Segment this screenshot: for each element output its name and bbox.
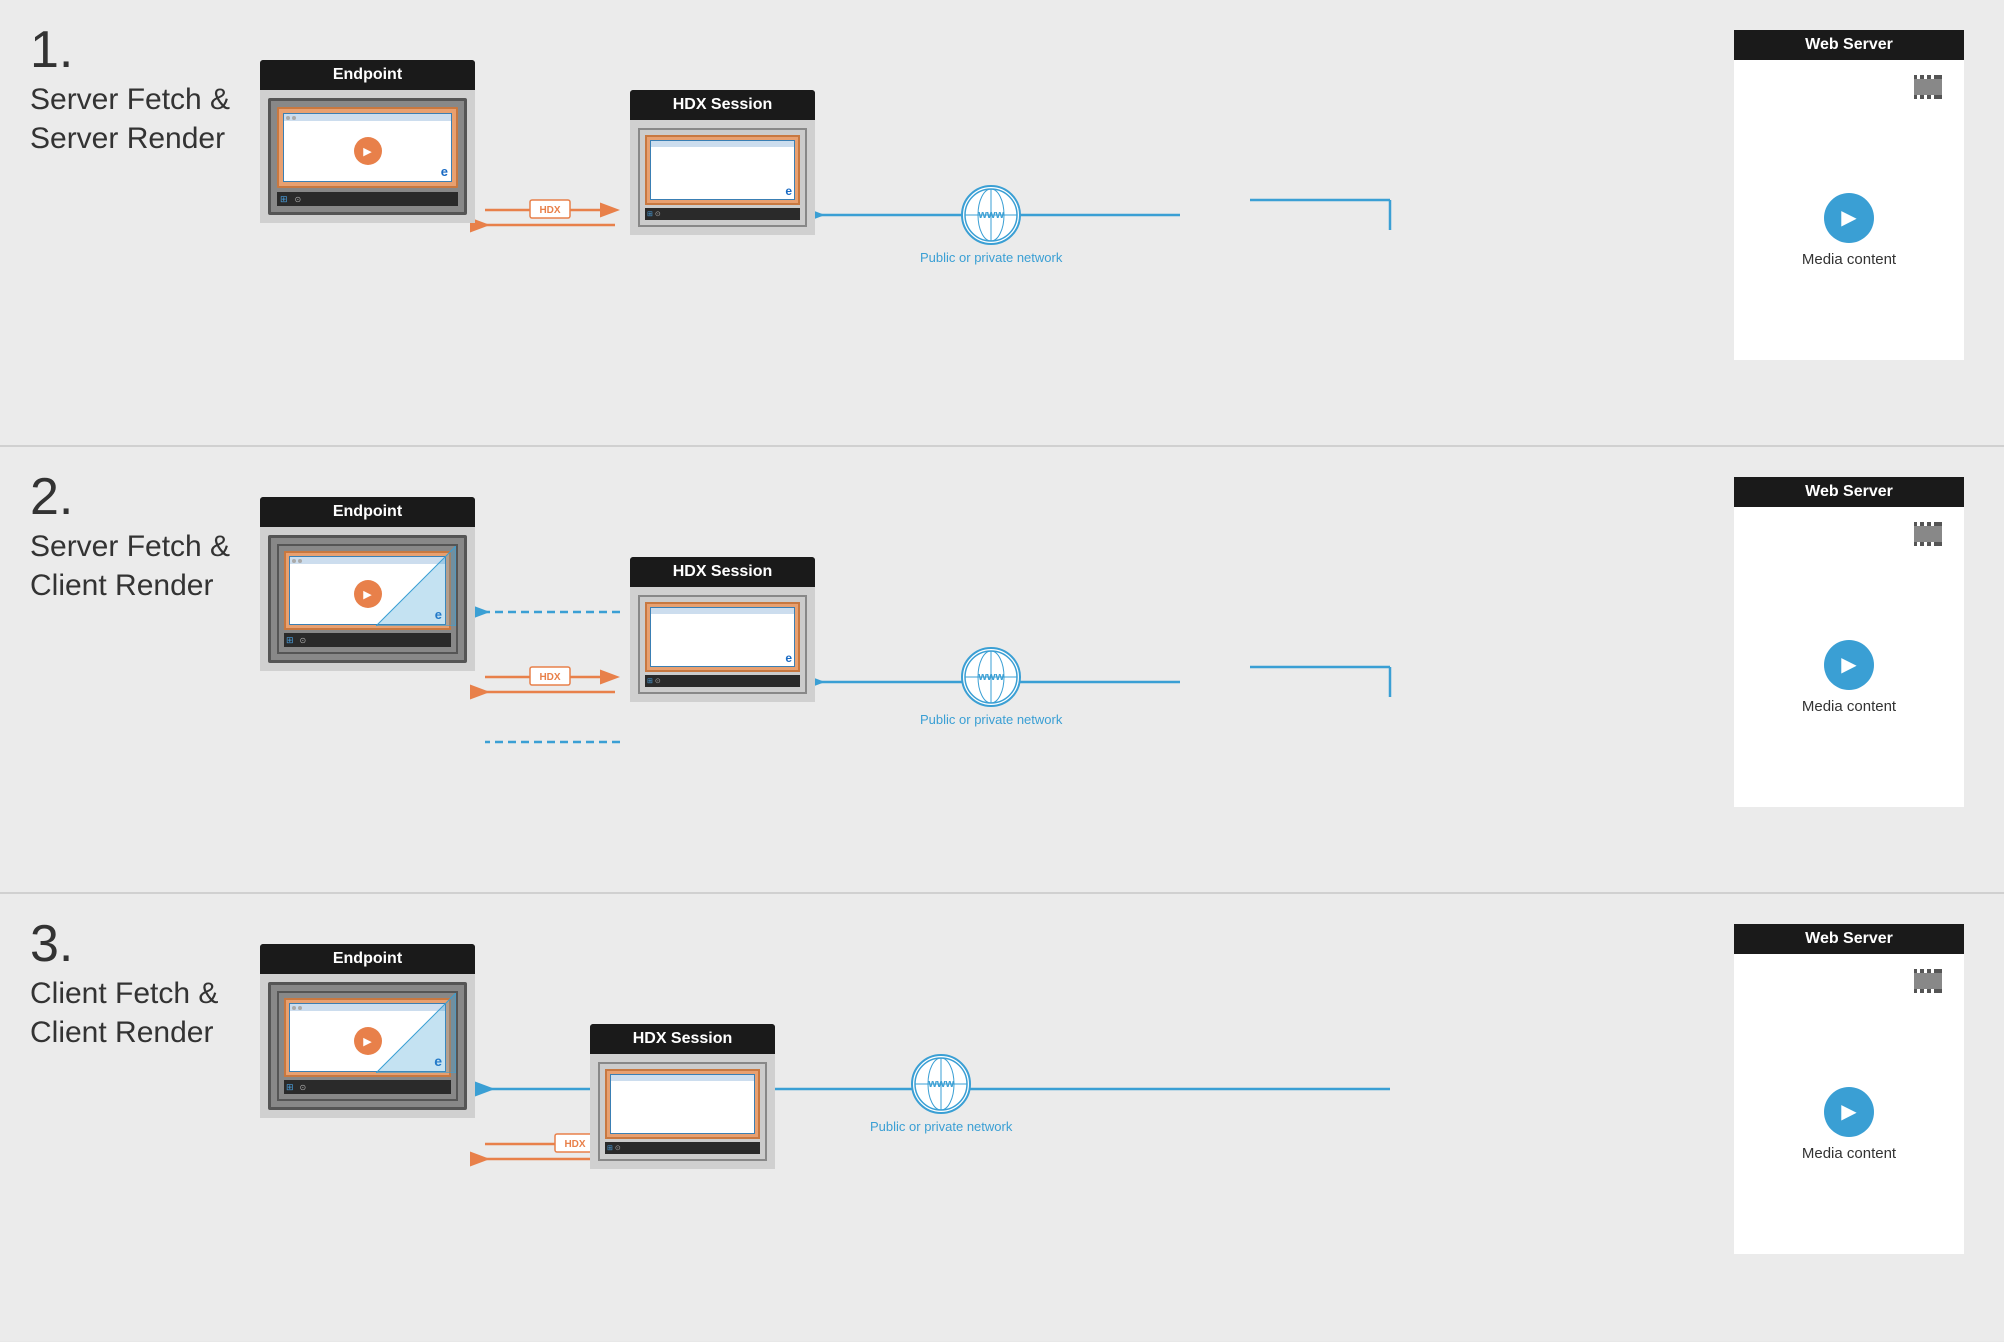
endpoint-2: Endpoint — [260, 497, 475, 671]
endpoint-1-title: Endpoint — [260, 60, 475, 90]
section-1-label: Server Fetch &Server Render — [30, 80, 250, 158]
hdx-session-2-title: HDX Session — [630, 557, 815, 587]
section-3-label: Client Fetch &Client Render — [30, 974, 250, 1052]
svg-text:HDX: HDX — [539, 672, 560, 683]
endpoint-1: Endpoint ▶ e — [260, 60, 475, 223]
filmstrip-icon-3 — [1914, 969, 1944, 994]
hdx-session-1-title: HDX Session — [630, 90, 815, 120]
hdx-session-1: HDX Session e ⊞ ⊙ — [630, 90, 815, 235]
hdx-session-2: HDX Session e ⊞ ⊙ — [630, 557, 815, 702]
webserver-1-title: Web Server — [1734, 30, 1964, 60]
globe-1: www Public or private network — [920, 185, 1062, 267]
media-label-3: Media content — [1802, 1145, 1896, 1162]
filmstrip-icon-1 — [1914, 75, 1944, 100]
webserver-2-title: Web Server — [1734, 477, 1964, 507]
endpoint-2-title: Endpoint — [260, 497, 475, 527]
media-label-2: Media content — [1802, 698, 1896, 715]
section-2-number: 2. — [30, 467, 73, 527]
section-3-number: 3. — [30, 914, 73, 974]
section-1-number: 1. — [30, 20, 73, 80]
hdx-session-3: HDX Session ⊞ ⊙ — [590, 1024, 775, 1169]
webserver-1: Web Server ▶ Media content — [1734, 30, 1964, 360]
endpoint-3: Endpoint — [260, 944, 475, 1118]
media-label-1: Media content — [1802, 251, 1896, 268]
section-2-label: Server Fetch &Client Render — [30, 527, 250, 605]
webserver-3-title: Web Server — [1734, 924, 1964, 954]
network-label-2: Public or private network — [920, 712, 1062, 729]
network-label-1: Public or private network — [920, 250, 1062, 267]
globe-3: www Public or private network — [870, 1054, 1012, 1136]
webserver-3: Web Server ▶ Media content — [1734, 924, 1964, 1254]
network-label-3: Public or private network — [870, 1119, 1012, 1136]
globe-2: www Public or private network — [920, 647, 1062, 729]
hdx-session-3-title: HDX Session — [590, 1024, 775, 1054]
webserver-2: Web Server ▶ Media content — [1734, 477, 1964, 807]
endpoint-3-title: Endpoint — [260, 944, 475, 974]
svg-text:HDX: HDX — [564, 1139, 585, 1150]
filmstrip-icon-2 — [1914, 522, 1944, 547]
section-1: 1. Server Fetch &Server Render HDX — [0, 0, 2004, 447]
section-3: 3. Client Fetch &Client Render HDX — [0, 894, 2004, 1341]
svg-text:HDX: HDX — [539, 205, 560, 216]
section-2: 2. Server Fetch &Client Render HDX — [0, 447, 2004, 894]
